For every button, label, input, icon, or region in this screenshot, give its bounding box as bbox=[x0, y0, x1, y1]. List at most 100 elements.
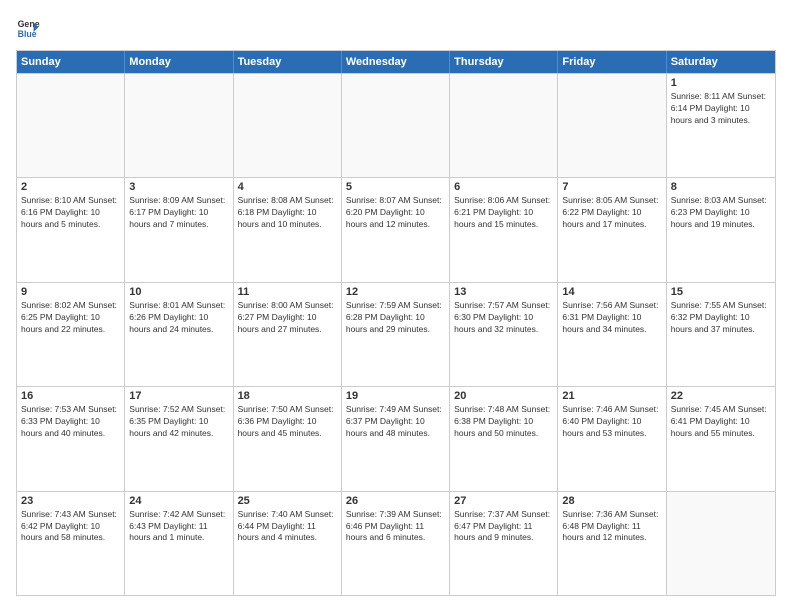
day-number: 28 bbox=[562, 495, 661, 507]
day-info: Sunrise: 7:53 AM Sunset: 6:33 PM Dayligh… bbox=[21, 404, 120, 440]
calendar-day-empty bbox=[17, 74, 125, 177]
day-number: 14 bbox=[562, 286, 661, 298]
calendar-body: 1 Sunrise: 8:11 AM Sunset: 6:14 PM Daylig… bbox=[17, 73, 775, 595]
logo-icon: General Blue bbox=[16, 16, 40, 40]
day-number: 7 bbox=[562, 181, 661, 193]
day-number: 24 bbox=[129, 495, 228, 507]
calendar-week-4: 16Sunrise: 7:53 AM Sunset: 6:33 PM Dayli… bbox=[17, 386, 775, 490]
day-info: Sunrise: 8:06 AM Sunset: 6:21 PM Dayligh… bbox=[454, 195, 553, 231]
day-number: 17 bbox=[129, 390, 228, 402]
day-info: Sunrise: 7:43 AM Sunset: 6:42 PM Dayligh… bbox=[21, 509, 120, 545]
day-info: Sunrise: 7:39 AM Sunset: 6:46 PM Dayligh… bbox=[346, 509, 445, 545]
header-day-saturday: Saturday bbox=[667, 51, 775, 73]
day-number: 26 bbox=[346, 495, 445, 507]
calendar-week-1: 1 Sunrise: 8:11 AM Sunset: 6:14 PM Daylig… bbox=[17, 73, 775, 177]
calendar-week-5: 23 Sunrise: 7:43 AM Sunset: 6:42 PM Dayli… bbox=[17, 491, 775, 595]
day-number: 25 bbox=[238, 495, 337, 507]
day-number: 1 bbox=[671, 77, 771, 89]
calendar-day-8: 8 Sunrise: 8:03 AM Sunset: 6:23 PM Daylig… bbox=[667, 178, 775, 281]
calendar-day-27: 27 Sunrise: 7:37 AM Sunset: 6:47 PM Dayli… bbox=[450, 492, 558, 595]
day-info: Sunrise: 7:55 AM Sunset: 6:32 PM Dayligh… bbox=[671, 300, 771, 336]
day-info: Sunrise: 8:11 AM Sunset: 6:14 PM Dayligh… bbox=[671, 91, 771, 127]
day-info: Sunrise: 7:45 AM Sunset: 6:41 PM Dayligh… bbox=[671, 404, 771, 440]
calendar-day-13: 13 Sunrise: 7:57 AM Sunset: 6:30 PM Dayli… bbox=[450, 283, 558, 386]
calendar-day-6: 6 Sunrise: 8:06 AM Sunset: 6:21 PM Daylig… bbox=[450, 178, 558, 281]
calendar-day-15: 15 Sunrise: 7:55 AM Sunset: 6:32 PM Dayli… bbox=[667, 283, 775, 386]
logo: General Blue bbox=[16, 16, 44, 40]
header-day-wednesday: Wednesday bbox=[342, 51, 450, 73]
day-info: Sunrise: 7:42 AM Sunset: 6:43 PM Dayligh… bbox=[129, 509, 228, 545]
day-number: 23 bbox=[21, 495, 120, 507]
day-info: Sunrise: 7:57 AM Sunset: 6:30 PM Dayligh… bbox=[454, 300, 553, 336]
day-info: Sunrise: 8:09 AM Sunset: 6:17 PM Dayligh… bbox=[129, 195, 228, 231]
calendar-day-21: 21Sunrise: 7:46 AM Sunset: 6:40 PM Dayli… bbox=[558, 387, 666, 490]
calendar-day-26: 26 Sunrise: 7:39 AM Sunset: 6:46 PM Dayli… bbox=[342, 492, 450, 595]
day-info: Sunrise: 8:10 AM Sunset: 6:16 PM Dayligh… bbox=[21, 195, 120, 231]
header-day-friday: Friday bbox=[558, 51, 666, 73]
day-info: Sunrise: 8:07 AM Sunset: 6:20 PM Dayligh… bbox=[346, 195, 445, 231]
calendar-day-19: 19 Sunrise: 7:49 AM Sunset: 6:37 PM Dayli… bbox=[342, 387, 450, 490]
calendar-day-4: 4 Sunrise: 8:08 AM Sunset: 6:18 PM Daylig… bbox=[234, 178, 342, 281]
day-number: 19 bbox=[346, 390, 445, 402]
calendar-day-empty bbox=[342, 74, 450, 177]
day-info: Sunrise: 7:56 AM Sunset: 6:31 PM Dayligh… bbox=[562, 300, 661, 336]
calendar-day-empty bbox=[558, 74, 666, 177]
day-info: Sunrise: 7:48 AM Sunset: 6:38 PM Dayligh… bbox=[454, 404, 553, 440]
day-number: 20 bbox=[454, 390, 553, 402]
header-day-monday: Monday bbox=[125, 51, 233, 73]
calendar-day-empty bbox=[234, 74, 342, 177]
day-info: Sunrise: 7:52 AM Sunset: 6:35 PM Dayligh… bbox=[129, 404, 228, 440]
day-info: Sunrise: 8:05 AM Sunset: 6:22 PM Dayligh… bbox=[562, 195, 661, 231]
header: General Blue bbox=[16, 16, 776, 40]
calendar-day-1: 1 Sunrise: 8:11 AM Sunset: 6:14 PM Daylig… bbox=[667, 74, 775, 177]
day-number: 5 bbox=[346, 181, 445, 193]
header-day-tuesday: Tuesday bbox=[234, 51, 342, 73]
day-number: 8 bbox=[671, 181, 771, 193]
day-number: 15 bbox=[671, 286, 771, 298]
header-day-thursday: Thursday bbox=[450, 51, 558, 73]
calendar-day-7: 7 Sunrise: 8:05 AM Sunset: 6:22 PM Daylig… bbox=[558, 178, 666, 281]
calendar-day-14: 14 Sunrise: 7:56 AM Sunset: 6:31 PM Dayli… bbox=[558, 283, 666, 386]
day-number: 12 bbox=[346, 286, 445, 298]
calendar-day-28: 28 Sunrise: 7:36 AM Sunset: 6:48 PM Dayli… bbox=[558, 492, 666, 595]
day-info: Sunrise: 7:46 AM Sunset: 6:40 PM Dayligh… bbox=[562, 404, 661, 440]
day-number: 10 bbox=[129, 286, 228, 298]
day-info: Sunrise: 7:40 AM Sunset: 6:44 PM Dayligh… bbox=[238, 509, 337, 545]
day-number: 11 bbox=[238, 286, 337, 298]
day-info: Sunrise: 7:59 AM Sunset: 6:28 PM Dayligh… bbox=[346, 300, 445, 336]
day-number: 27 bbox=[454, 495, 553, 507]
calendar-day-3: 3 Sunrise: 8:09 AM Sunset: 6:17 PM Daylig… bbox=[125, 178, 233, 281]
day-info: Sunrise: 8:03 AM Sunset: 6:23 PM Dayligh… bbox=[671, 195, 771, 231]
day-number: 9 bbox=[21, 286, 120, 298]
calendar-header: SundayMondayTuesdayWednesdayThursdayFrid… bbox=[17, 51, 775, 73]
day-info: Sunrise: 8:01 AM Sunset: 6:26 PM Dayligh… bbox=[129, 300, 228, 336]
day-number: 3 bbox=[129, 181, 228, 193]
calendar-day-empty bbox=[667, 492, 775, 595]
calendar-day-11: 11 Sunrise: 8:00 AM Sunset: 6:27 PM Dayli… bbox=[234, 283, 342, 386]
calendar-day-24: 24 Sunrise: 7:42 AM Sunset: 6:43 PM Dayli… bbox=[125, 492, 233, 595]
day-number: 2 bbox=[21, 181, 120, 193]
header-day-sunday: Sunday bbox=[17, 51, 125, 73]
day-number: 6 bbox=[454, 181, 553, 193]
calendar-day-empty bbox=[450, 74, 558, 177]
day-info: Sunrise: 8:00 AM Sunset: 6:27 PM Dayligh… bbox=[238, 300, 337, 336]
calendar-day-10: 10 Sunrise: 8:01 AM Sunset: 6:26 PM Dayli… bbox=[125, 283, 233, 386]
calendar: SundayMondayTuesdayWednesdayThursdayFrid… bbox=[16, 50, 776, 596]
page: General Blue SundayMondayTuesdayWednesda… bbox=[0, 0, 792, 612]
calendar-day-9: 9 Sunrise: 8:02 AM Sunset: 6:25 PM Daylig… bbox=[17, 283, 125, 386]
calendar-day-18: 18Sunrise: 7:50 AM Sunset: 6:36 PM Dayli… bbox=[234, 387, 342, 490]
calendar-day-2: 2 Sunrise: 8:10 AM Sunset: 6:16 PM Daylig… bbox=[17, 178, 125, 281]
calendar-day-16: 16Sunrise: 7:53 AM Sunset: 6:33 PM Dayli… bbox=[17, 387, 125, 490]
day-info: Sunrise: 7:49 AM Sunset: 6:37 PM Dayligh… bbox=[346, 404, 445, 440]
calendar-day-25: 25 Sunrise: 7:40 AM Sunset: 6:44 PM Dayli… bbox=[234, 492, 342, 595]
day-number: 13 bbox=[454, 286, 553, 298]
day-info: Sunrise: 7:36 AM Sunset: 6:48 PM Dayligh… bbox=[562, 509, 661, 545]
calendar-day-22: 22Sunrise: 7:45 AM Sunset: 6:41 PM Dayli… bbox=[667, 387, 775, 490]
day-info: Sunrise: 8:02 AM Sunset: 6:25 PM Dayligh… bbox=[21, 300, 120, 336]
day-number: 4 bbox=[238, 181, 337, 193]
day-info: Sunrise: 7:37 AM Sunset: 6:47 PM Dayligh… bbox=[454, 509, 553, 545]
calendar-day-5: 5 Sunrise: 8:07 AM Sunset: 6:20 PM Daylig… bbox=[342, 178, 450, 281]
calendar-week-3: 9 Sunrise: 8:02 AM Sunset: 6:25 PM Daylig… bbox=[17, 282, 775, 386]
calendar-day-23: 23 Sunrise: 7:43 AM Sunset: 6:42 PM Dayli… bbox=[17, 492, 125, 595]
day-info: Sunrise: 8:08 AM Sunset: 6:18 PM Dayligh… bbox=[238, 195, 337, 231]
